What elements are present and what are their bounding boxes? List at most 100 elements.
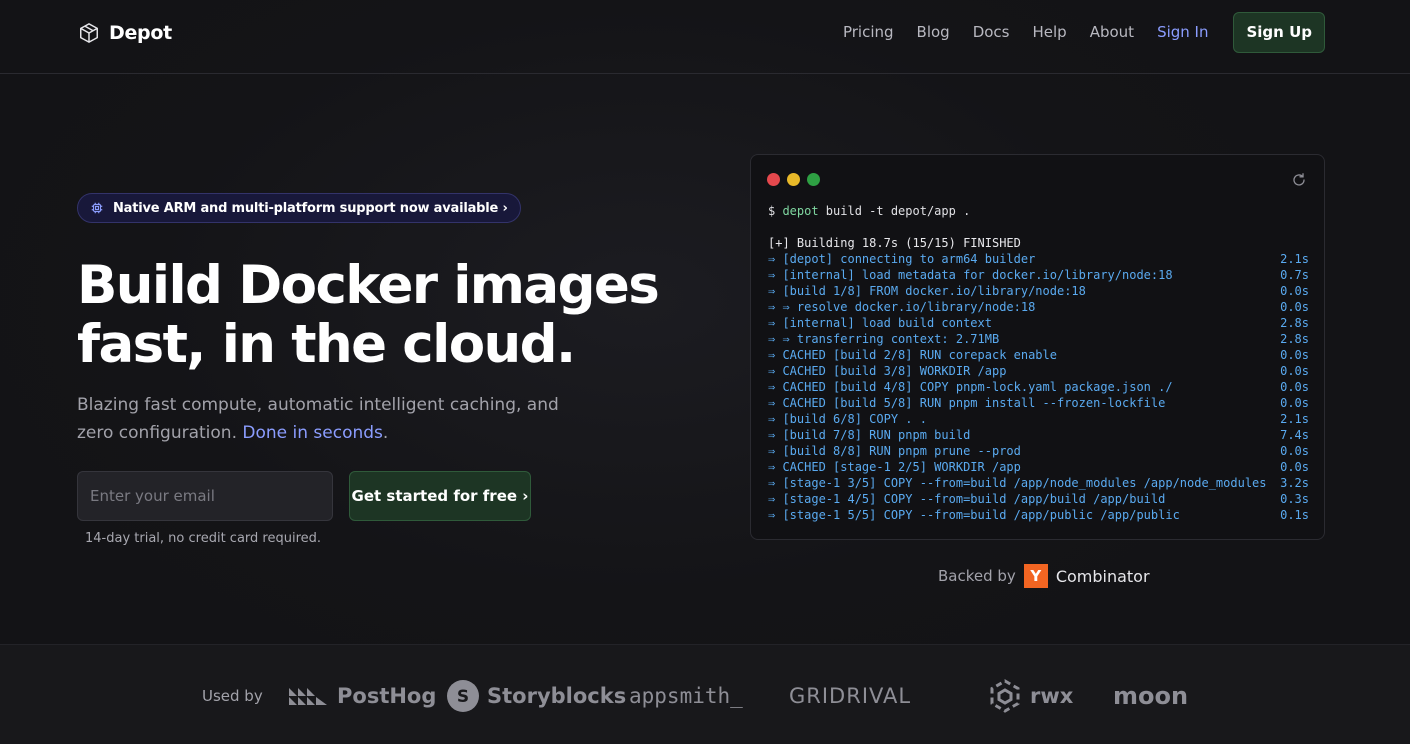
log-line-time: 0.0s <box>1280 364 1309 378</box>
log-line-time: 2.1s <box>1280 412 1309 426</box>
log-line-time: 0.0s <box>1280 396 1309 410</box>
log-line-time: 2.8s <box>1280 332 1309 346</box>
log-header-line: [+] Building 18.7s (15/15) FINISHED <box>768 235 1309 251</box>
svg-text:S: S <box>457 687 469 707</box>
log-line: ⇒ [build 1/8] FROM docker.io/library/nod… <box>768 283 1309 299</box>
log-header-text: [+] Building 18.7s (15/15) FINISHED <box>768 236 1021 250</box>
used-by-label: Used by <box>202 687 263 705</box>
backed-by: Backed by Y Combinator <box>938 563 1150 589</box>
rwx-icon <box>990 679 1020 713</box>
maximize-dot-icon <box>807 173 820 186</box>
main-nav: Pricing Blog Docs Help About Sign In Sig… <box>820 11 1325 53</box>
cube-icon <box>80 23 98 43</box>
log-line-time: 0.3s <box>1280 492 1309 506</box>
combinator-text: Combinator <box>1055 566 1150 586</box>
site-header: Depot Pricing Blog Docs Help About Sign … <box>0 0 1410 74</box>
close-dot-icon <box>767 173 780 186</box>
log-line-time: 0.0s <box>1280 284 1309 298</box>
log-line-text: ⇒ [internal] load metadata for docker.io… <box>768 268 1173 282</box>
brand-logo[interactable]: Depot <box>78 20 172 46</box>
posthog-icon <box>289 688 327 705</box>
terminal-log: [+] Building 18.7s (15/15) FINISHED ⇒ [d… <box>768 235 1309 523</box>
nav-help[interactable]: Help <box>1033 23 1067 41</box>
log-line-text: ⇒ CACHED [build 5/8] RUN pnpm install --… <box>768 396 1166 410</box>
gridrival-logo: GRIDRIVAL <box>789 677 911 715</box>
chip-icon <box>91 202 103 214</box>
hero-headline: Build Docker images fast, in the cloud. <box>77 256 717 374</box>
nav-about[interactable]: About <box>1090 23 1134 41</box>
terminal-window: $ depot build -t depot/app . [+] Buildin… <box>750 154 1325 540</box>
moon-logo: moon <box>1113 677 1188 715</box>
prompt-symbol: $ <box>768 204 783 218</box>
log-line-time: 0.7s <box>1280 268 1309 282</box>
log-line-text: ⇒ CACHED [build 2/8] RUN corepack enable <box>768 348 1057 362</box>
posthog-name: PostHog <box>337 684 437 708</box>
headline-line-2: fast, in the cloud. <box>77 314 576 375</box>
email-input[interactable] <box>77 471 333 521</box>
storyblocks-icon: S <box>447 680 479 712</box>
log-line-text: ⇒ [stage-1 5/5] COPY --from=build /app/p… <box>768 508 1180 522</box>
page: Depot Pricing Blog Docs Help About Sign … <box>0 0 1410 744</box>
log-line-text: ⇒ [stage-1 4/5] COPY --from=build /app/b… <box>768 492 1166 506</box>
log-line: ⇒ ⇒ transferring context: 2.71MB 2.8s <box>768 331 1309 347</box>
log-line: ⇒ CACHED [build 2/8] RUN corepack enable… <box>768 347 1309 363</box>
badge-text: Native ARM and multi-platform support no… <box>113 200 508 216</box>
nav-blog[interactable]: Blog <box>917 23 950 41</box>
log-line: ⇒ [build 7/8] RUN pnpm build 7.4s <box>768 427 1309 443</box>
hero-subtext: Blazing fast compute, automatic intellig… <box>77 391 597 447</box>
trial-note: 14-day trial, no credit card required. <box>85 531 322 546</box>
log-line-time: 0.0s <box>1280 348 1309 362</box>
appsmith-name: appsmith_ <box>629 684 743 708</box>
announcement-badge[interactable]: Native ARM and multi-platform support no… <box>77 193 521 223</box>
log-line-time: 0.0s <box>1280 300 1309 314</box>
log-line: ⇒ [internal] load build context 2.8s <box>768 315 1309 331</box>
log-line-time: 0.0s <box>1280 444 1309 458</box>
brand-name: Depot <box>109 22 172 44</box>
log-line: ⇒ ⇒ resolve docker.io/library/node:18 0.0… <box>768 299 1309 315</box>
log-line-text: ⇒ [build 8/8] RUN pnpm prune --prod <box>768 444 1021 458</box>
nav-pricing[interactable]: Pricing <box>843 23 894 41</box>
command-args: build -t depot/app . <box>818 204 971 218</box>
log-line: ⇒ [build 8/8] RUN pnpm prune --prod 0.0s <box>768 443 1309 459</box>
log-line: ⇒ CACHED [build 5/8] RUN pnpm install --… <box>768 395 1309 411</box>
log-line-time: 0.0s <box>1280 460 1309 474</box>
rwx-name: rwx <box>1030 684 1074 708</box>
log-line: ⇒ [build 6/8] COPY . . 2.1s <box>768 411 1309 427</box>
customer-logos: Used by PostHog S Storyblocks appsmith_ … <box>0 644 1410 744</box>
log-line: ⇒ CACHED [build 3/8] WORKDIR /app 0.0s <box>768 363 1309 379</box>
log-line-text: ⇒ CACHED [build 3/8] WORKDIR /app <box>768 364 1007 378</box>
log-line-text: ⇒ [build 6/8] COPY . . <box>768 412 927 426</box>
sign-in-link[interactable]: Sign In <box>1157 23 1208 41</box>
log-line-text: ⇒ CACHED [stage-1 2/5] WORKDIR /app <box>768 460 1021 474</box>
log-line-text: ⇒ [internal] load build context <box>768 316 992 330</box>
refresh-icon[interactable] <box>1291 172 1307 188</box>
y-combinator-icon: Y <box>1023 564 1048 588</box>
log-line: ⇒ [depot] connecting to arm64 builder 2.1… <box>768 251 1309 267</box>
log-line-text: ⇒ CACHED [build 4/8] COPY pnpm-lock.yaml… <box>768 380 1173 394</box>
moon-name: moon <box>1113 682 1189 710</box>
log-line: ⇒ CACHED [stage-1 2/5] WORKDIR /app 0.0s <box>768 459 1309 475</box>
log-line: ⇒ [internal] load metadata for docker.io… <box>768 267 1309 283</box>
log-line: ⇒ [stage-1 5/5] COPY --from=build /app/p… <box>768 507 1309 523</box>
nav-docs[interactable]: Docs <box>973 23 1010 41</box>
log-line-time: 2.8s <box>1280 316 1309 330</box>
get-started-button[interactable]: Get started for free › <box>349 471 531 521</box>
log-line-text: ⇒ [build 1/8] FROM docker.io/library/nod… <box>768 284 1086 298</box>
log-line-time: 2.1s <box>1280 252 1309 266</box>
storyblocks-logo: S Storyblocks <box>447 677 626 715</box>
log-line: ⇒ [stage-1 3/5] COPY --from=build /app/n… <box>768 475 1309 491</box>
subtext-accent: Done in seconds <box>242 423 383 443</box>
log-line-time: 0.0s <box>1280 380 1309 394</box>
command-name: depot <box>782 204 819 218</box>
gridrival-name: GRIDRIVAL <box>789 684 912 708</box>
rwx-logo: rwx <box>988 677 1073 715</box>
log-line-text: ⇒ [depot] connecting to arm64 builder <box>768 252 1036 266</box>
subtext-end: . <box>382 423 389 443</box>
sign-up-button[interactable]: Sign Up <box>1233 11 1325 53</box>
minimize-dot-icon <box>787 173 800 186</box>
storyblocks-name: Storyblocks <box>487 684 627 708</box>
headline-line-1: Build Docker images <box>77 255 660 316</box>
backed-by-label: Backed by <box>938 567 1016 585</box>
posthog-logo: PostHog <box>289 677 436 715</box>
log-line-time: 7.4s <box>1280 428 1309 442</box>
